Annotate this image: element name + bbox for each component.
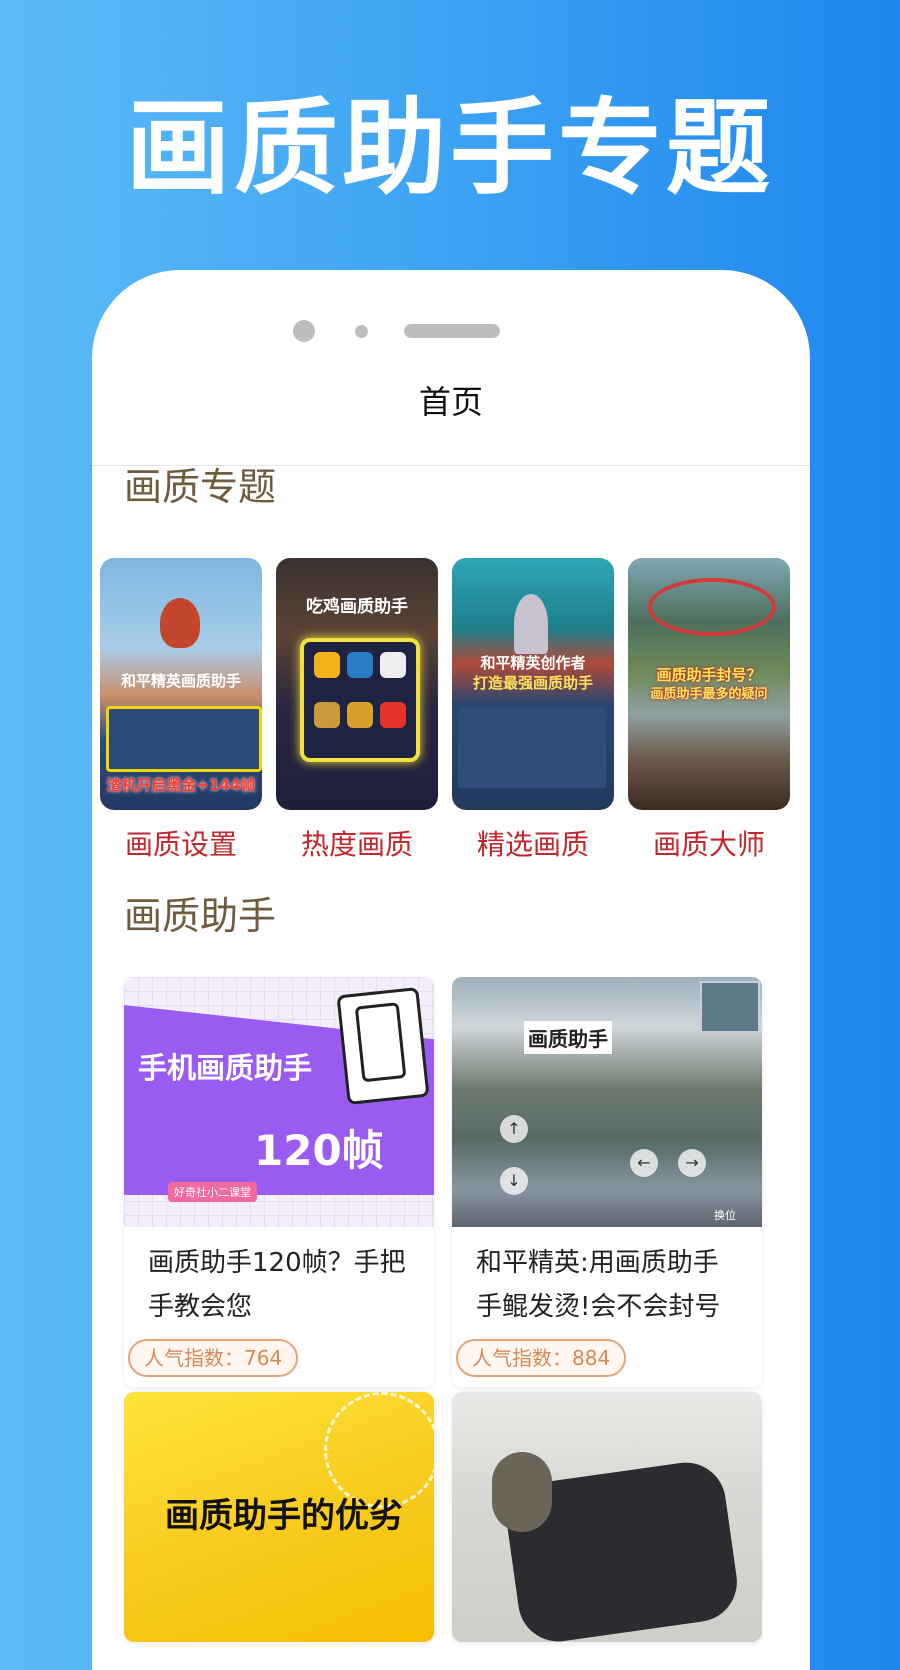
topic-label: 画质大师 [652, 828, 765, 861]
article-card[interactable] [452, 1392, 762, 1642]
topic-card[interactable]: 和平精英画质助手 渣机开启黑金+144帧 画质设置 [100, 558, 262, 862]
app-icon [347, 652, 373, 678]
topic-thumbnail: 和平精英画质助手 渣机开启黑金+144帧 [100, 558, 262, 810]
promo-title: 画质助手专题 [125, 87, 774, 209]
app-icon [380, 702, 406, 728]
article-card[interactable]: 画质助手的优劣 [124, 1392, 434, 1642]
article-thumbnail: 手机画质助手 120帧 好奇社小二课堂 [124, 977, 434, 1227]
app-icon [314, 702, 340, 728]
thumb-caption: 画质助手封号？ [656, 666, 762, 684]
article-title: 和平精英:用画质助手手鲲发烫!会不会封号 [476, 1248, 721, 1322]
thumb-caption: 和平精英创作者 [480, 654, 586, 672]
circle-marker [648, 578, 776, 636]
thumb-caption: 和平精英画质助手 [120, 672, 241, 690]
page-title: 首页 [418, 383, 483, 421]
decor-circle [324, 1392, 434, 1508]
thumb-banner: 画质助手最多的疑问 [650, 687, 768, 702]
article-thumbnail: 画质助手 ↑ ↓ ← → 换位 [452, 977, 762, 1227]
phone-frame: 首页 画质专题 和平精英画质助手 渣机开启黑金+144帧 画质设置 吃鸡画质助手… [92, 270, 810, 1670]
topic-thumbnail: 和平精英创作者 打造最强画质助手 [452, 558, 614, 810]
topic-label: 画质设置 [124, 828, 237, 861]
article-thumbnail: 画质助手的优劣 [124, 1392, 434, 1642]
topic-thumbnail: 画质助手封号？ 画质助手最多的疑问 [628, 558, 790, 810]
app-icon [314, 652, 340, 678]
article-thumbnail [452, 1392, 762, 1642]
section-heading-topics: 画质专题 [124, 465, 277, 509]
popularity-badge: 人气指数：884 [456, 1339, 627, 1377]
arrow-down-icon: ↓ [500, 1167, 528, 1195]
thumb-fps-text: 120帧 [254, 1126, 384, 1175]
thumb-main-text: 手机画质助手 [138, 1051, 313, 1085]
minimap [700, 981, 760, 1033]
article-card[interactable]: 手机画质助手 120帧 好奇社小二课堂 画质助手120帧？手把手教会您 人气指数… [124, 977, 434, 1387]
topic-card[interactable]: 和平精英创作者 打造最强画质助手 精选画质 [452, 558, 614, 862]
popularity-badge: 人气指数：764 [128, 1339, 299, 1377]
arrow-right-icon: → [678, 1149, 706, 1177]
article-title: 画质助手120帧？手把手教会您 [148, 1248, 406, 1322]
section-heading-helpers: 画质助手 [124, 894, 277, 938]
arrow-left-icon: ← [630, 1149, 658, 1177]
earpiece-speaker [404, 324, 500, 338]
character-figure [514, 594, 548, 654]
topic-label: 热度画质 [300, 828, 413, 861]
app-icon [347, 702, 373, 728]
arrow-up-icon: ↑ [500, 1115, 528, 1143]
finger-sleeve [492, 1452, 552, 1532]
thumb-banner: 渣机开启黑金+144帧 [106, 776, 256, 794]
thumb-tag: 换位 [714, 1209, 736, 1222]
phone-hand-icon [336, 987, 430, 1105]
app-icon [380, 652, 406, 678]
thumb-caption: 吃鸡画质助手 [306, 597, 408, 617]
settings-panel [106, 706, 262, 772]
helmet-figure [160, 598, 200, 648]
article-card[interactable]: 画质助手 ↑ ↓ ← → 换位 和平精英:用画质助手手鲲发烫!会不会封号 人气指… [452, 977, 762, 1387]
settings-screen [458, 708, 606, 788]
topic-card[interactable]: 画质助手封号？ 画质助手最多的疑问 画质大师 [628, 558, 790, 862]
thumb-main-text: 画质助手的优劣 [165, 1496, 403, 1536]
topic-thumbnail: 吃鸡画质助手 [276, 558, 438, 810]
thumb-main-text: 画质助手 [524, 1021, 612, 1054]
front-camera [293, 320, 315, 342]
app-icon-grid [300, 638, 420, 762]
thumb-banner: 打造最强画质助手 [472, 674, 593, 692]
thumb-tag: 好奇社小二课堂 [168, 1182, 257, 1202]
topic-label: 精选画质 [476, 828, 589, 861]
sensor-dot [355, 325, 368, 338]
topic-card[interactable]: 吃鸡画质助手 热度画质 [276, 558, 438, 862]
